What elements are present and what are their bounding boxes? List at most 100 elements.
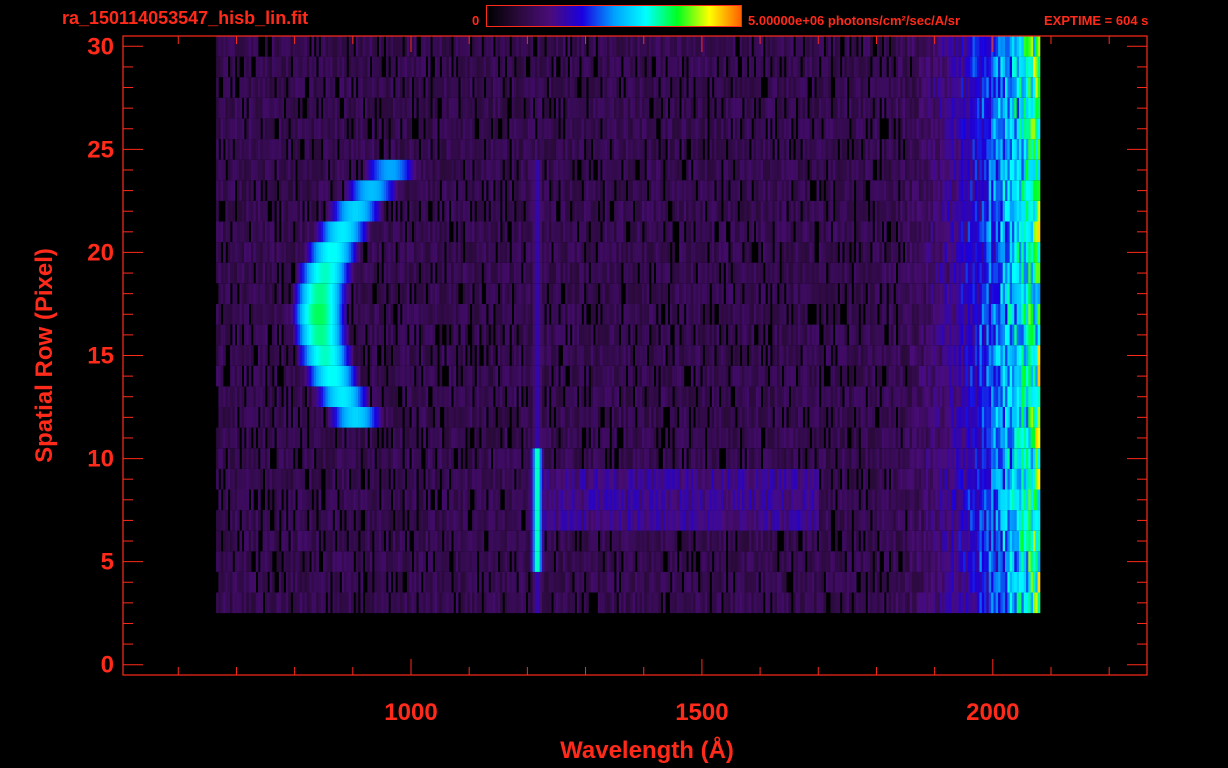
heatmap-cell <box>411 386 415 407</box>
heatmap-cell <box>895 386 899 407</box>
heatmap-cell <box>742 530 745 552</box>
heatmap-cell <box>623 592 627 614</box>
heatmap-cell <box>311 448 315 469</box>
heatmap-cell <box>525 324 529 346</box>
heatmap-cell <box>676 427 680 449</box>
heatmap-cell <box>888 427 892 449</box>
heatmap-cell <box>823 386 827 407</box>
heatmap-cell <box>337 324 340 346</box>
heatmap-cell <box>644 304 647 325</box>
heatmap-cell <box>358 304 361 325</box>
heatmap-cell <box>551 407 554 428</box>
heatmap-cell <box>590 304 594 325</box>
heatmap-cell <box>928 468 931 490</box>
heatmap-cell <box>325 365 329 387</box>
heatmap-chart: 1000 1500 2000051015202530 Wavelength (Å) … <box>31 33 1148 764</box>
heatmap-cell <box>693 345 696 366</box>
heatmap-cell <box>816 365 820 387</box>
heatmap-cell <box>935 530 938 552</box>
heatmap-cell <box>730 365 734 387</box>
heatmap-cell <box>330 283 333 304</box>
heatmap-cell <box>802 324 806 346</box>
heatmap-cell <box>781 489 785 511</box>
heatmap-cell <box>623 551 627 572</box>
heatmap-cell <box>292 571 296 593</box>
heatmap-cell <box>425 592 429 614</box>
heatmap-cell <box>858 365 862 387</box>
heatmap-cell <box>649 489 652 511</box>
heatmap-cell <box>339 489 343 511</box>
heatmap-cell <box>860 571 864 593</box>
heatmap-cell <box>918 386 922 407</box>
heatmap-cell <box>851 407 855 428</box>
heatmap-cell <box>360 427 364 449</box>
heatmap-cell <box>965 365 969 387</box>
heatmap-cell <box>541 365 545 387</box>
heatmap-cell <box>767 551 771 572</box>
heatmap-cell <box>607 592 610 614</box>
heatmap-cell <box>334 571 338 593</box>
heatmap-cell <box>979 407 983 428</box>
heatmap-cell <box>1033 345 1036 366</box>
heatmap-cell <box>1028 530 1031 552</box>
heatmap-cell <box>399 407 403 428</box>
heatmap-cell <box>600 386 603 407</box>
heatmap-cell <box>1016 345 1020 366</box>
heatmap-cell <box>879 510 883 531</box>
heatmap-cell <box>642 551 645 572</box>
heatmap-cell <box>325 571 329 593</box>
heatmap-cell <box>872 489 876 511</box>
heatmap-cell <box>521 324 524 346</box>
heatmap-cell <box>588 324 592 346</box>
heatmap-cell <box>707 427 710 449</box>
heatmap-cell <box>888 386 892 407</box>
heatmap-cell <box>462 530 466 552</box>
heatmap-cell <box>265 283 268 304</box>
heatmap-cell <box>746 551 750 572</box>
heatmap-cell <box>418 304 422 325</box>
heatmap-cell <box>395 489 398 511</box>
heatmap-cell <box>348 427 352 449</box>
heatmap-cell <box>253 283 256 304</box>
heatmap-cell <box>274 345 277 366</box>
heatmap-cell <box>558 510 561 531</box>
heatmap-cell <box>642 530 645 552</box>
heatmap-cell <box>972 571 976 593</box>
heatmap-cell <box>660 530 664 552</box>
heatmap-cell <box>267 365 270 387</box>
heatmap-cell <box>271 304 275 325</box>
heatmap-cell <box>476 489 480 511</box>
heatmap-cell <box>772 427 775 449</box>
heatmap-cell <box>1016 324 1020 346</box>
heatmap-cell <box>637 427 640 449</box>
heatmap-cell <box>637 345 640 366</box>
heatmap-cell <box>709 324 713 346</box>
heatmap-cell <box>749 510 752 531</box>
heatmap-cell <box>313 386 317 407</box>
heatmap-cell <box>681 427 685 449</box>
heatmap-cell <box>588 489 592 511</box>
heatmap-cell <box>653 304 657 325</box>
heatmap-cell <box>360 407 364 428</box>
heatmap-cell <box>411 365 415 387</box>
heatmap-cell <box>1014 427 1017 449</box>
heatmap-cell <box>900 468 903 490</box>
heatmap-cell <box>318 386 322 407</box>
heatmap-cell <box>309 262 312 284</box>
heatmap-cell <box>483 304 487 325</box>
heatmap-cell <box>265 530 268 552</box>
heatmap-cell <box>746 304 750 325</box>
heatmap-cell <box>753 448 757 469</box>
heatmap-cell <box>539 365 543 387</box>
heatmap-cell <box>853 448 857 469</box>
heatmap-cell <box>427 571 431 593</box>
heatmap-cell <box>278 283 282 304</box>
heatmap-cell <box>1026 448 1029 469</box>
heatmap-cell <box>437 592 440 614</box>
heatmap-cell <box>635 510 638 531</box>
heatmap-cell <box>1021 571 1024 593</box>
heatmap-cell <box>865 427 869 449</box>
heatmap-cell <box>453 510 457 531</box>
heatmap-cell <box>232 592 236 614</box>
heatmap-cell <box>902 489 906 511</box>
